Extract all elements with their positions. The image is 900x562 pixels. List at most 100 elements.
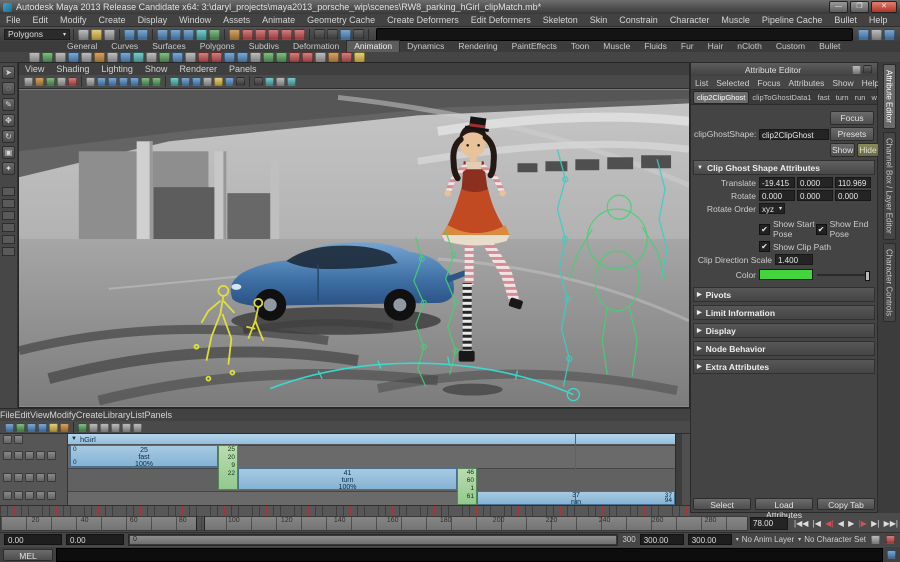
auto-keyframe-icon[interactable] xyxy=(886,535,895,544)
viewport-scene[interactable] xyxy=(19,89,689,407)
menu-item[interactable]: Edit Deformers xyxy=(465,15,537,25)
trax-graph-anim-curves-icon[interactable] xyxy=(111,423,120,432)
trax-menu-item[interactable]: Modify xyxy=(49,410,76,420)
track-lock-button[interactable] xyxy=(25,451,34,460)
shelf-icon[interactable] xyxy=(107,52,118,63)
attribute-editor-tab[interactable]: turn xyxy=(833,92,852,103)
image-plane-icon[interactable] xyxy=(68,77,77,86)
snap-to-curves-icon[interactable] xyxy=(170,29,181,40)
collapsed-section-header[interactable]: ▶ Pivots xyxy=(693,287,875,302)
shelf-tab[interactable]: Muscle xyxy=(596,41,637,52)
playback-start-field[interactable]: 0.00 xyxy=(66,534,124,545)
shelf-icon[interactable] xyxy=(302,52,313,63)
step-forward-key-button[interactable]: |▶ xyxy=(859,517,867,530)
select-camera-icon[interactable] xyxy=(24,77,33,86)
new-scene-icon[interactable] xyxy=(78,29,89,40)
layout-persp-graph-button[interactable] xyxy=(2,223,15,232)
attribute-editor-menu-item[interactable]: Focus xyxy=(753,78,784,88)
menu-item[interactable]: Help xyxy=(863,15,894,25)
make-live-icon[interactable] xyxy=(209,29,220,40)
field-chart-icon[interactable] xyxy=(181,77,190,86)
trax-key-into-clip-icon[interactable] xyxy=(78,423,87,432)
menu-item[interactable]: Modify xyxy=(54,15,93,25)
track-ghost-button[interactable] xyxy=(36,451,45,460)
layout-persp-trax-button[interactable] xyxy=(2,247,15,256)
sidebar-tab-attribute-editor[interactable]: Attribute Editor xyxy=(883,64,896,129)
track-mute-button[interactable] xyxy=(3,451,12,460)
lasso-select-tool-icon[interactable]: ◌ xyxy=(2,82,15,95)
render-view-icon[interactable] xyxy=(314,29,325,40)
xray-icon[interactable] xyxy=(254,77,263,86)
shelf-tab[interactable]: Subdivs xyxy=(242,41,286,52)
shelf-icon[interactable] xyxy=(120,52,131,63)
open-scene-icon[interactable] xyxy=(91,29,102,40)
snap-to-points-icon[interactable] xyxy=(183,29,194,40)
shelf-icon[interactable] xyxy=(328,52,339,63)
shelf-tab[interactable]: Animation xyxy=(346,40,400,52)
track-ghost-button[interactable] xyxy=(36,473,45,482)
trax-merge-clip-icon[interactable] xyxy=(38,423,47,432)
menu-set-selector[interactable]: Polygons ▾ xyxy=(4,29,70,40)
shelf-icon[interactable] xyxy=(159,52,170,63)
blend-turn-run[interactable]: 4660161 xyxy=(457,468,477,505)
shelf-tab[interactable]: Toon xyxy=(564,41,596,52)
track-add-button[interactable] xyxy=(47,451,56,460)
track-lock-button[interactable] xyxy=(25,473,34,482)
trax-split-clip-icon[interactable] xyxy=(27,423,36,432)
attribute-editor-menu-item[interactable]: List xyxy=(691,78,712,88)
sidebar-tab-channel-box[interactable]: Channel Box / Layer Editor xyxy=(883,132,896,240)
sidebar-tab-character-controls[interactable]: Character Controls xyxy=(883,243,896,322)
trax-trim-clip-icon[interactable] xyxy=(16,423,25,432)
safe-title-icon[interactable] xyxy=(225,77,234,86)
anim-layer-dropdown[interactable]: ▾ No Anim Layer xyxy=(736,535,794,544)
screen-space-ao-icon[interactable] xyxy=(141,77,150,86)
clip-fast[interactable]: 0 0 25 fast 100% xyxy=(70,445,218,467)
menu-item[interactable]: Bullet xyxy=(828,15,863,25)
fill-mode-icon[interactable] xyxy=(236,77,245,86)
attribute-editor-tab[interactable]: clip2ClipGhost xyxy=(693,91,749,104)
pin-panel-icon[interactable] xyxy=(852,65,861,74)
command-language-toggle[interactable]: MEL xyxy=(3,549,53,561)
paint-select-tool-icon[interactable]: ✎ xyxy=(2,98,15,111)
menu-item[interactable]: Constrain xyxy=(613,15,664,25)
xray-joints-icon[interactable] xyxy=(265,77,274,86)
attribute-editor-menu-item[interactable]: Show xyxy=(828,78,857,88)
go-to-end-button[interactable]: ▶▶| xyxy=(884,517,898,530)
close-button[interactable]: ✕ xyxy=(871,1,897,13)
shelf-tab[interactable]: Polygons xyxy=(193,41,242,52)
highlight-selection-icon[interactable] xyxy=(268,29,279,40)
shape-name-field[interactable]: clip2ClipGhost xyxy=(759,129,829,140)
trax-frame-ruler[interactable] xyxy=(0,505,690,516)
shelf-icon[interactable] xyxy=(29,52,40,63)
lock-camera-icon[interactable] xyxy=(35,77,44,86)
shelf-icon[interactable] xyxy=(172,52,183,63)
shelf-icon[interactable] xyxy=(55,52,66,63)
shelf-tab[interactable]: Deformation xyxy=(286,41,346,52)
show-start-pose-checkbox[interactable]: ✔ xyxy=(759,224,770,235)
viewport-menu-item[interactable]: Panels xyxy=(223,64,263,74)
shelf-tab[interactable]: Rendering xyxy=(451,41,504,52)
layout-four-pane-button[interactable] xyxy=(2,199,15,208)
sidebar-toggle-channelbox-icon[interactable] xyxy=(884,29,895,40)
shelf-icon[interactable] xyxy=(354,52,365,63)
attribute-editor-menu-item[interactable]: Attributes xyxy=(784,78,828,88)
sidebar-toggle-toolsettings-icon[interactable] xyxy=(871,29,882,40)
focus-button[interactable]: Focus xyxy=(830,111,874,125)
trax-menu-item[interactable]: Panels xyxy=(144,410,172,420)
menu-item[interactable]: Skeleton xyxy=(537,15,584,25)
script-editor-icon[interactable] xyxy=(887,550,896,559)
trax-frame-all-icon[interactable] xyxy=(89,423,98,432)
track-mute-button[interactable] xyxy=(3,473,12,482)
trax-menu-item[interactable]: Library xyxy=(103,410,131,420)
track-solo-button[interactable] xyxy=(14,473,23,482)
collapsed-section-header[interactable]: ▶ Node Behavior xyxy=(693,341,875,356)
menu-item[interactable]: File xyxy=(0,15,27,25)
snap-to-grids-icon[interactable] xyxy=(157,29,168,40)
character-set-dropdown[interactable]: ▾ No Character Set xyxy=(798,535,866,544)
viewport-menu-item[interactable]: Show xyxy=(139,64,174,74)
shelf-icon[interactable] xyxy=(68,52,79,63)
redo-icon[interactable] xyxy=(137,29,148,40)
shaded-mode-icon[interactable] xyxy=(97,77,106,86)
title-bar[interactable]: Autodesk Maya 2013 Release Candidate x64… xyxy=(0,0,900,14)
shelf-icon[interactable] xyxy=(198,52,209,63)
